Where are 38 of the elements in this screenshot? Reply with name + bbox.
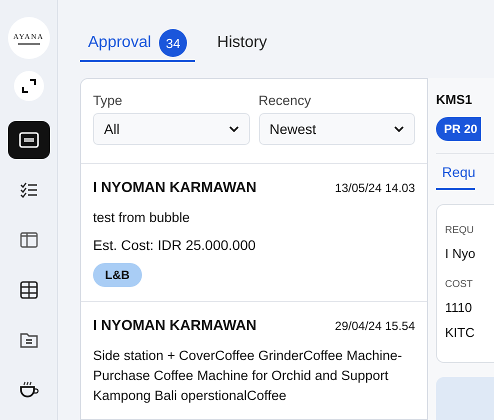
expand-icon bbox=[20, 78, 36, 94]
request-date: 29/04/24 15.54 bbox=[334, 319, 415, 333]
chevron-down-icon bbox=[228, 126, 238, 132]
grid-icon bbox=[20, 281, 38, 299]
tab[interactable]: Requ bbox=[436, 154, 476, 190]
dropdown[interactable]: Newest bbox=[258, 113, 415, 145]
request-date: 13/05/24 14.03 bbox=[334, 181, 415, 195]
checklist-icon bbox=[20, 182, 38, 198]
tab[interactable]: Approval 34 bbox=[80, 26, 196, 62]
request-description: Side station + CoverCoffee GrinderCoffee Machine-Purchase Coffee Machine for Orchid and Support Kampong Bali operstionalCoffee bbox=[93, 347, 404, 405]
field-value: KITC bbox=[445, 325, 476, 340]
folder-icon bbox=[20, 332, 38, 348]
request-card[interactable]: I NYOMAN KARMAWAN 29/04/24 15.54 Side station + CoverCoffee GrinderCoffee Machine-Purchase Coffee Machine for Orchid and Support Kampong Bali operstionalCoffee bbox=[81, 302, 427, 419]
count-badge: 34 bbox=[159, 29, 188, 57]
field-label: COST bbox=[445, 279, 474, 290]
request-description: test from bubble bbox=[93, 209, 190, 227]
filter-label: Type bbox=[93, 93, 124, 108]
field-label: REQU bbox=[445, 225, 475, 236]
field-value: I Nyo bbox=[445, 246, 476, 261]
tab[interactable]: History bbox=[209, 26, 275, 62]
request-card[interactable]: I NYOMAN KARMAWAN 13/05/24 14.03 test from bubble Est. Cost: IDR 25.000.000 L&B bbox=[81, 164, 427, 302]
filter-label: Recency bbox=[258, 93, 312, 108]
chevron-down-icon bbox=[394, 126, 404, 132]
category-tag: L&B bbox=[93, 263, 142, 287]
request-code: KMS1 bbox=[436, 92, 472, 107]
pr-number-badge: PR 20 bbox=[436, 117, 482, 141]
logo-tagline-icon bbox=[18, 42, 40, 44]
requester-name: I NYOMAN KARMAWAN bbox=[93, 318, 257, 334]
requester-name: I NYOMAN KARMAWAN bbox=[93, 180, 257, 196]
expand-button[interactable] bbox=[14, 71, 44, 101]
nav-item[interactable] bbox=[8, 121, 50, 159]
estimated-cost: Est. Cost: IDR 25.000.000 bbox=[93, 237, 256, 253]
columns-icon bbox=[20, 232, 38, 248]
monitor-icon bbox=[18, 132, 38, 148]
cup-icon bbox=[18, 380, 38, 400]
field-value: 1110 bbox=[445, 300, 473, 315]
dropdown[interactable]: All bbox=[93, 113, 250, 145]
info-box bbox=[436, 377, 494, 420]
